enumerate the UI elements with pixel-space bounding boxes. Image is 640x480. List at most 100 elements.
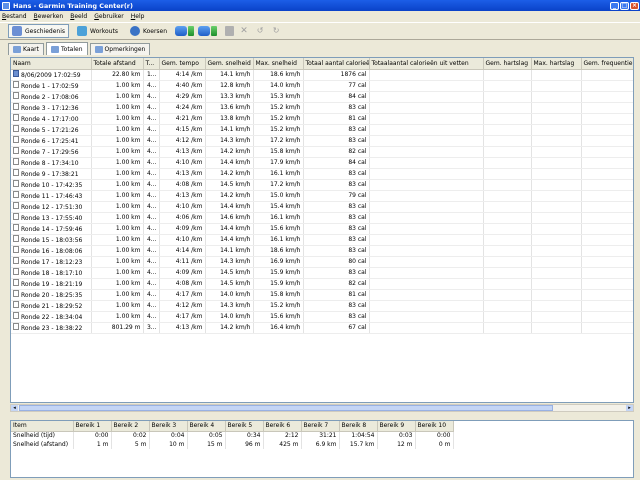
menu-bestand[interactable]: Bestand	[2, 13, 27, 20]
lap-row[interactable]: Ronde 23 - 18:38:22 801.29 m 3... 4:13 /km 1…	[11, 322, 633, 334]
grid-column-header[interactable]: Max. snelheid	[253, 58, 304, 70]
lap-row[interactable]: Ronde 16 - 18:08:06 1.00 km 4... 4:14 /km 14…	[11, 245, 633, 257]
empty-cell	[369, 135, 484, 147]
scrollbar-thumb[interactable]	[19, 405, 553, 411]
scroll-left-icon[interactable]: ◂	[11, 405, 18, 411]
menu-help[interactable]: Help	[131, 13, 145, 20]
tab-map[interactable]: Kaart	[8, 43, 45, 55]
lap-row[interactable]: Ronde 5 - 17:21:26 1.00 km 4... 4:15 /km 14.…	[11, 124, 633, 136]
lap-row[interactable]: Ronde 13 - 17:55:40 1.00 km 4... 4:06 /km 14…	[11, 212, 633, 224]
workouts-icon	[77, 26, 88, 36]
lap-row[interactable]: Ronde 11 - 17:46:43 1.00 km 4... 4:13 /km 14…	[11, 190, 633, 202]
lap-row[interactable]: Ronde 9 - 17:38:21 1.00 km 4... 4:13 /km 14.…	[11, 168, 633, 180]
lap-row[interactable]: Ronde 8 - 17:34:10 1.00 km 4... 4:10 /km 14.…	[11, 157, 633, 169]
zones-column-header[interactable]: Bereik 4	[187, 421, 226, 432]
zones-column-header[interactable]: Bereik 3	[149, 421, 188, 432]
lap-row[interactable]: Ronde 10 - 17:42:35 1.00 km 4... 4:08 /km 14…	[11, 179, 633, 191]
activity-row[interactable]: 8/06/2009 17:02:59 22.80 km 1... 4:14 /km 14…	[11, 69, 633, 81]
grid-column-header[interactable]: Max. hartslag	[531, 58, 582, 70]
zones-column-header[interactable]: Bereik 6	[263, 421, 302, 432]
horizontal-scrollbar[interactable]: ◂ ▸	[10, 404, 634, 412]
zones-column-header[interactable]: Bereik 9	[377, 421, 416, 432]
grid-column-header[interactable]: Gem. tempo	[159, 58, 206, 70]
zones-cell: 425 m	[263, 440, 302, 449]
empty-cell	[581, 311, 633, 323]
row-name-cell: Ronde 15 - 18:03:56	[11, 234, 92, 246]
zones-cell: 0:02	[111, 431, 150, 440]
menu-gebruiker[interactable]: Gebruiker	[94, 13, 124, 20]
empty-cell	[531, 135, 582, 147]
lap-row[interactable]: Ronde 6 - 17:25:41 1.00 km 4... 4:12 /km 14.…	[11, 135, 633, 147]
zones-cell: 12 m	[377, 440, 416, 449]
menu-bewerken[interactable]: Bewerken	[34, 13, 64, 20]
zones-column-header[interactable]: Bereik 1	[73, 421, 112, 432]
history-button[interactable]: Geschiedenis	[8, 24, 70, 38]
redo-icon[interactable]: ↻	[270, 26, 282, 36]
grid-cell: 14.5 km/h	[205, 179, 254, 191]
grid-cell: 15.6 km/h	[253, 311, 304, 323]
courses-button[interactable]: Koersen	[126, 24, 171, 38]
lap-icon	[13, 113, 19, 121]
lap-row[interactable]: Ronde 21 - 18:29:52 1.00 km 4... 4:12 /km 14…	[11, 300, 633, 312]
grid-column-header[interactable]: Gem. hartslag	[483, 58, 532, 70]
empty-cell	[531, 267, 582, 279]
lap-row[interactable]: Ronde 15 - 18:03:56 1.00 km 4... 4:10 /km 14…	[11, 234, 633, 246]
grid-column-header[interactable]: Gem. frequentie	[581, 58, 633, 70]
grid-cell: 1...	[143, 69, 160, 81]
zones-column-header[interactable]: Bereik 10	[415, 421, 454, 432]
close-button[interactable]: ×	[630, 1, 639, 10]
lap-row[interactable]: Ronde 14 - 17:59:46 1.00 km 4... 4:09 /km 14…	[11, 223, 633, 235]
grid-cell: 4...	[143, 80, 160, 92]
menu-beeld[interactable]: Beeld	[70, 13, 87, 20]
maximize-button[interactable]: □	[620, 1, 629, 10]
grid-column-header[interactable]: Gem. snelheid	[205, 58, 254, 70]
lap-row[interactable]: Ronde 3 - 17:12:36 1.00 km 4... 4:24 /km 13.…	[11, 102, 633, 114]
lap-row[interactable]: Ronde 4 - 17:17:00 1.00 km 4... 4:21 /km 13.…	[11, 113, 633, 125]
grid-cell: 1.00 km	[91, 190, 144, 202]
empty-cell	[581, 69, 633, 81]
send-to-device-icon[interactable]	[175, 26, 188, 36]
grid-cell: 1.00 km	[91, 201, 144, 213]
lap-row[interactable]: Ronde 7 - 17:29:56 1.00 km 4... 4:13 /km 14.…	[11, 146, 633, 158]
workouts-button[interactable]: Workouts	[73, 24, 122, 38]
lap-row[interactable]: Ronde 17 - 18:12:23 1.00 km 4... 4:11 /km 14…	[11, 256, 633, 268]
lap-icon	[13, 91, 19, 99]
lap-row[interactable]: Ronde 18 - 18:17:10 1.00 km 4... 4:09 /km 14…	[11, 267, 633, 279]
lap-row[interactable]: Ronde 22 - 18:34:04 1.00 km 4... 4:17 /km 14…	[11, 311, 633, 323]
zones-column-header[interactable]: Bereik 5	[225, 421, 264, 432]
zones-column-header[interactable]: Bereik 7	[301, 421, 340, 432]
tab-totals[interactable]: Totalen	[46, 42, 88, 55]
grid-column-header[interactable]: Totaal aantal calorieën	[303, 58, 370, 70]
grid-column-header[interactable]: Totaalaantal calorieën uit vetten	[369, 58, 484, 70]
cancel-icon[interactable]: ✕	[238, 26, 250, 36]
minimize-button[interactable]: _	[610, 1, 619, 10]
zones-row[interactable]: Snelheid (afstand) 1 m5 m 10 m 15 m 96 m 425 …	[11, 440, 454, 449]
grid-cell: 4...	[143, 201, 160, 213]
tab-notes[interactable]: Opmerkingen	[89, 43, 151, 55]
grid-cell: 14.0 km/h	[205, 289, 254, 301]
empty-cell	[531, 190, 582, 202]
grid-column-header[interactable]: Naam	[11, 58, 92, 70]
delete-icon[interactable]	[225, 26, 235, 36]
zones-column-header[interactable]: Item	[11, 421, 74, 432]
lap-row[interactable]: Ronde 12 - 17:51:30 1.00 km 4... 4:10 /km 14…	[11, 201, 633, 213]
lap-row[interactable]: Ronde 19 - 18:21:19 1.00 km 4... 4:08 /km 14…	[11, 278, 633, 290]
receive-arrow-icon	[211, 26, 218, 36]
row-name: Ronde 21 - 18:29:52	[21, 302, 83, 310]
lap-row[interactable]: Ronde 1 - 17:02:59 1.00 km 4... 4:40 /km 12.…	[11, 80, 633, 92]
lap-row[interactable]: Ronde 20 - 18:25:35 1.00 km 4... 4:17 /km 14…	[11, 289, 633, 301]
scroll-right-icon[interactable]: ▸	[626, 405, 633, 411]
undo-icon[interactable]: ↺	[254, 26, 266, 36]
pane-splitter[interactable]	[0, 414, 640, 419]
grid-cell: 1.00 km	[91, 135, 144, 147]
zones-column-header[interactable]: Bereik 8	[339, 421, 378, 432]
zones-row[interactable]: Snelheid (tijd) 0:00 0:02 0:04 0:05 0:34 2:12 3…	[11, 431, 454, 440]
grid-column-header[interactable]: Totale afstand	[91, 58, 144, 70]
grid-cell: 4:13 /km	[159, 322, 206, 334]
lap-icon	[13, 168, 19, 176]
receive-from-device-icon[interactable]	[198, 26, 211, 36]
zones-column-header[interactable]: Bereik 2	[111, 421, 150, 432]
grid-column-header[interactable]: T...	[143, 58, 160, 70]
lap-row[interactable]: Ronde 2 - 17:08:06 1.00 km 4... 4:29 /km 13.…	[11, 91, 633, 103]
grid-cell: 83 cal	[303, 135, 370, 147]
